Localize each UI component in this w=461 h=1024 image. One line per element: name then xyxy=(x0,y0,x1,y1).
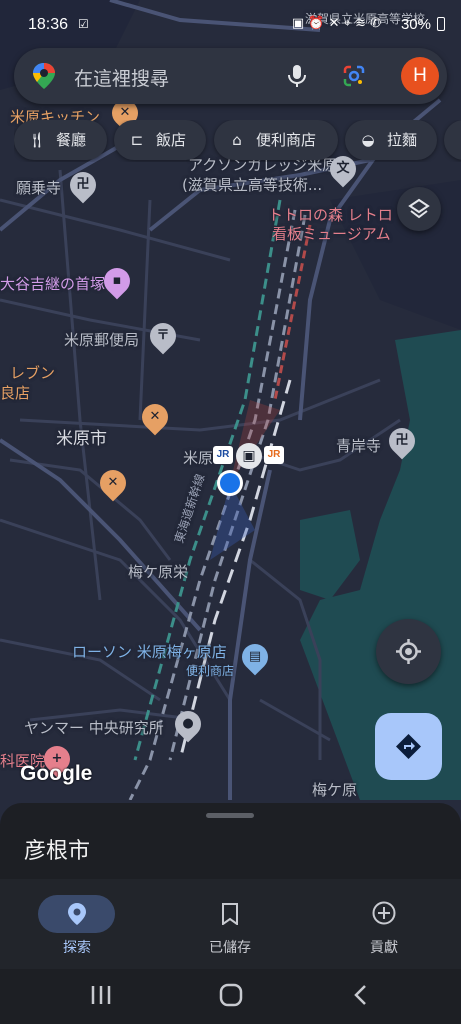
map-label-post-office[interactable]: 米原郵便局 xyxy=(64,329,139,350)
google-maps-pin-icon xyxy=(33,63,55,89)
map-label-otani[interactable]: 大谷吉継の首塚 xyxy=(0,273,105,294)
maps-screen: 米原キッチン 滋賀県立米原高等学校 アクソンガレッジ米原 (滋賀県立高等技術..… xyxy=(0,0,461,1024)
sheet-drag-handle[interactable] xyxy=(206,813,254,818)
directions-icon xyxy=(396,734,421,759)
map-label-totoro-line1[interactable]: トトロの森 レトロ xyxy=(268,204,393,225)
google-lens-icon[interactable] xyxy=(342,64,366,88)
convenience-store-pin-icon[interactable]: ▤ xyxy=(236,638,274,676)
microphone-icon[interactable] xyxy=(288,64,306,88)
fork-knife-icon: 🍴︎ xyxy=(27,131,47,149)
bottom-nav: 探索 已儲存 貢獻 xyxy=(0,879,461,969)
map-label-ganjoji[interactable]: 願乗寺 xyxy=(16,177,61,198)
add-circle-icon xyxy=(372,901,396,925)
google-logo: Google xyxy=(20,762,93,785)
crosshair-icon xyxy=(396,639,421,664)
map-label-lawson[interactable]: ローソン 米原梅ヶ原店 xyxy=(72,641,227,662)
jr-logo-icon: JR xyxy=(213,446,233,464)
recent-apps-icon[interactable] xyxy=(90,985,112,1005)
train-station-icon[interactable]: ▣ xyxy=(236,443,262,469)
category-chips: 🍴︎ 餐廳 ⊏ 飯店 ⌂ 便利商店 ◒ 拉麵 xyxy=(14,120,461,162)
map-label-umegahara[interactable]: 梅ケ原 xyxy=(312,779,357,800)
layers-button[interactable] xyxy=(397,187,441,231)
chip-restaurants[interactable]: 🍴︎ 餐廳 xyxy=(14,120,107,160)
ramen-bowl-icon: ◒ xyxy=(361,131,375,149)
notification-check-icon: ☑ xyxy=(78,17,89,31)
chip-hotels[interactable]: ⊏ 飯店 xyxy=(114,120,206,160)
chip-ramen[interactable]: ◒ 拉麵 xyxy=(345,120,437,160)
bookmark-icon xyxy=(222,903,238,925)
battery-icon xyxy=(437,17,445,31)
system-nav-bar xyxy=(0,969,461,1024)
layers-icon xyxy=(408,198,430,219)
nav-saved[interactable]: 已儲存 xyxy=(170,879,290,969)
search-bar[interactable]: 在這裡搜尋 H xyxy=(14,48,447,104)
back-icon[interactable] xyxy=(352,984,368,1006)
my-location-button[interactable] xyxy=(376,619,441,684)
map-label-totoro-line2[interactable]: 看板ミュージアム xyxy=(272,223,391,244)
map-label-school-line2[interactable]: (滋賀県立高等技術... xyxy=(182,174,322,195)
restaurant-pin-icon[interactable]: ✕ xyxy=(94,464,132,502)
account-avatar[interactable]: H xyxy=(401,57,439,95)
store-icon: ⌂ xyxy=(232,131,242,149)
restaurant-pin-icon[interactable]: ✕ xyxy=(136,398,174,436)
place-pin-icon[interactable]: ● xyxy=(169,705,207,743)
chip-label: 便利商店 xyxy=(256,131,317,149)
bed-icon: ⊏ xyxy=(130,131,144,149)
status-icons: ▣ ⏰ ✕ ⌖ ≋ ✆ xyxy=(291,16,381,31)
nav-label-contribute: 貢獻 xyxy=(370,940,398,956)
jr-logo-icon: JR xyxy=(264,446,284,464)
nav-label-saved: 已儲存 xyxy=(209,940,251,956)
home-icon[interactable] xyxy=(219,983,243,1007)
map-label-seven-line1[interactable]: レブン xyxy=(10,362,55,383)
map-label-city[interactable]: 米原市 xyxy=(56,424,107,449)
map-label-lawson-sub: 便利商店 xyxy=(186,664,235,678)
chip-more[interactable] xyxy=(444,120,461,160)
status-time: 18:36 xyxy=(28,16,69,33)
search-input[interactable]: 在這裡搜尋 xyxy=(74,64,169,91)
chip-label: 餐廳 xyxy=(56,131,87,149)
nav-contribute[interactable]: 貢獻 xyxy=(324,879,444,969)
location-pin-icon xyxy=(68,903,86,925)
nav-label-explore: 探索 xyxy=(63,940,91,956)
status-bar: 18:36 ☑ ▣ ⏰ ✕ ⌖ ≋ ✆ 30% xyxy=(0,0,461,52)
map-label-yanmar[interactable]: ヤンマー 中央研究所 xyxy=(24,717,164,738)
temple-pin-icon[interactable]: 卍 xyxy=(383,422,421,460)
map-label-seven-line2[interactable]: 良店 xyxy=(0,382,30,403)
post-office-pin-icon[interactable]: 〒 xyxy=(144,317,182,355)
temple-pin-icon[interactable]: 卍 xyxy=(64,166,102,204)
directions-button[interactable] xyxy=(375,713,442,780)
nav-explore[interactable]: 探索 xyxy=(17,879,137,969)
map-label-seiganji[interactable]: 青岸寺 xyxy=(336,435,381,456)
battery-level: 30% xyxy=(400,16,431,33)
chip-label: 飯店 xyxy=(156,131,187,149)
map-label-station[interactable]: 米原 xyxy=(183,447,213,468)
landmark-pin-icon[interactable]: ▪ xyxy=(98,262,136,300)
map-label-umegahara-sakae[interactable]: 梅ケ原栄 xyxy=(128,561,188,582)
chip-label: 拉麵 xyxy=(387,131,418,149)
chip-convenience-stores[interactable]: ⌂ 便利商店 xyxy=(214,120,338,160)
sheet-title: 彦根市 xyxy=(24,839,91,864)
